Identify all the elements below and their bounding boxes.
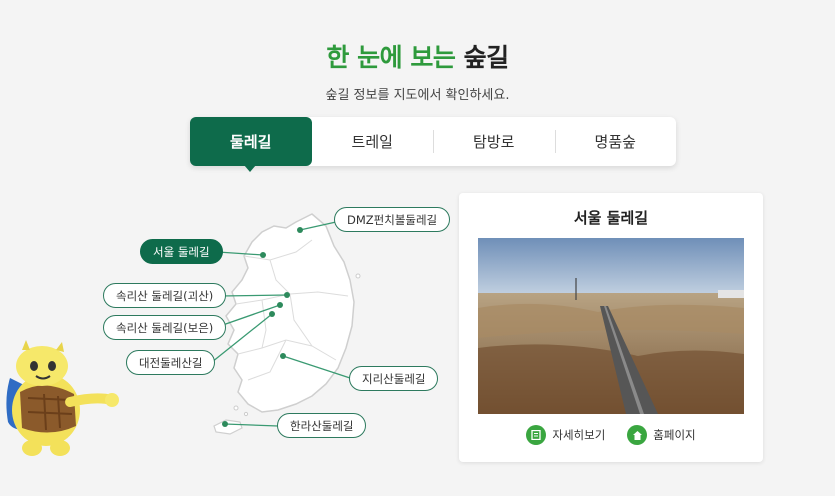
- tab-dulle[interactable]: 둘레길: [190, 117, 312, 166]
- trail-songnisan-boeun[interactable]: 속리산 둘레길(보은): [103, 315, 227, 340]
- page-title-rest: 숲길: [463, 43, 510, 72]
- tab-myeongpum[interactable]: 명품숲: [554, 117, 677, 166]
- trail-detail-card: 서울 둘레길 자세히보기 홈페이지: [459, 193, 763, 462]
- trail-songnisan-goesan[interactable]: 속리산 둘레길(괴산): [103, 283, 227, 308]
- page-subtitle: 숲길 정보를 지도에서 확인하세요.: [325, 88, 510, 103]
- homepage-link-label: 홈페이지: [653, 428, 696, 442]
- tab-trail[interactable]: 트레일: [312, 117, 434, 166]
- trail-photo: [478, 238, 744, 414]
- trail-detail-links: 자세히보기 홈페이지: [459, 425, 763, 445]
- trail-dmz-punchbowl[interactable]: DMZ펀치볼둘레길: [334, 207, 451, 232]
- homepage-link[interactable]: 홈페이지: [627, 425, 696, 445]
- page-title-accent: 한 눈에 보는: [326, 43, 456, 72]
- trail-detail-title: 서울 둘레길: [573, 209, 649, 227]
- jeju-island: [213, 419, 243, 435]
- page-title: 한 눈에 보는 숲길: [0, 38, 835, 74]
- document-icon: [526, 425, 547, 445]
- tab-tambang[interactable]: 탐방로: [433, 117, 555, 166]
- home-icon: [627, 425, 648, 445]
- trail-hallasan[interactable]: 한라산둘레길: [277, 413, 367, 438]
- active-tab-pointer: [244, 165, 256, 172]
- trail-daejeon[interactable]: 대전둘레산길: [126, 350, 216, 375]
- detail-link[interactable]: 자세히보기: [526, 425, 605, 445]
- trail-jirisan[interactable]: 지리산둘레길: [349, 366, 439, 391]
- detail-link-label: 자세히보기: [552, 428, 606, 442]
- trail-seoul[interactable]: 서울 둘레길: [140, 239, 223, 264]
- mascot-illustration: [0, 338, 122, 466]
- category-tabs: 둘레길 트레일 탐방로 명품숲: [190, 117, 676, 166]
- korea-mainland: [225, 213, 355, 413]
